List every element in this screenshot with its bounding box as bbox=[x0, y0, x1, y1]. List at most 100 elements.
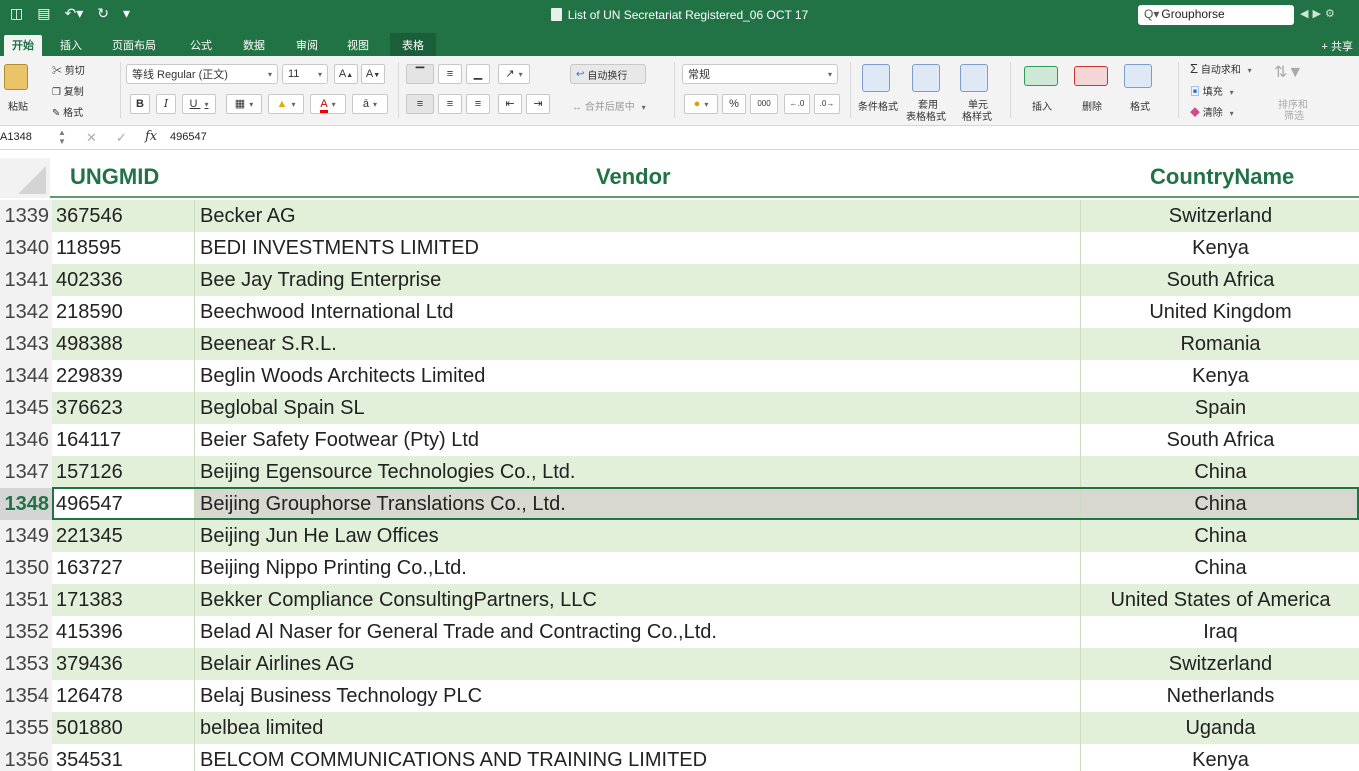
table-row[interactable]: 1351 171383 Bekker Compliance ConsultingPa… bbox=[0, 584, 1359, 616]
cell-country[interactable]: Netherlands bbox=[1082, 680, 1359, 712]
cell-styles-label-2[interactable]: 格样式 bbox=[962, 108, 992, 123]
delete-cells-icon[interactable] bbox=[1074, 66, 1108, 86]
shrink-font-button[interactable]: A▼ bbox=[361, 64, 385, 84]
column-header-countryname[interactable]: CountryName bbox=[1150, 164, 1294, 190]
font-name-select[interactable]: 等线 Regular (正文) ▾ bbox=[126, 64, 278, 84]
align-middle-button[interactable]: ≡ bbox=[438, 64, 462, 84]
decrease-decimal-button[interactable]: .0→ bbox=[814, 94, 840, 114]
table-row[interactable]: 1341 402336 Bee Jay Trading Enterprise Sout… bbox=[0, 264, 1359, 296]
cell-vendor[interactable]: Becker AG bbox=[200, 200, 296, 232]
cell-ungmid[interactable]: 126478 bbox=[56, 680, 123, 712]
orientation-button[interactable]: ↗ ▾ bbox=[498, 64, 530, 84]
insert-cells-icon[interactable] bbox=[1024, 66, 1058, 86]
worksheet-grid[interactable]: UNGMID Vendor CountryName 1339 367546 Beck… bbox=[0, 150, 1359, 771]
search-nav[interactable]: ◀▶⚙ bbox=[1300, 7, 1339, 20]
tab-view[interactable]: 视图 bbox=[347, 37, 369, 53]
cell-country[interactable]: Kenya bbox=[1082, 744, 1359, 771]
delete-cells-label[interactable]: 删除 bbox=[1082, 98, 1102, 113]
cell-country[interactable]: Romania bbox=[1082, 328, 1359, 360]
column-header-vendor[interactable]: Vendor bbox=[596, 164, 671, 190]
enter-icon[interactable]: ✓ bbox=[116, 130, 127, 146]
row-header[interactable]: 1341 bbox=[0, 264, 52, 296]
phonetic-button[interactable]: ā ▾ bbox=[352, 94, 388, 114]
cell-ungmid[interactable]: 218590 bbox=[56, 296, 123, 328]
cut-button[interactable]: ✂ 剪切 bbox=[52, 62, 85, 77]
name-box-stepper-icon[interactable]: ▲ ▼ bbox=[58, 128, 66, 146]
cell-ungmid[interactable]: 157126 bbox=[56, 456, 123, 488]
increase-indent-button[interactable]: ⇥ bbox=[526, 94, 550, 114]
row-header[interactable]: 1353 bbox=[0, 648, 52, 680]
cell-ungmid[interactable]: 354531 bbox=[56, 744, 123, 771]
autosum-button[interactable]: Σ 自动求和 ▾ bbox=[1190, 61, 1252, 76]
row-header[interactable]: 1351 bbox=[0, 584, 52, 616]
clear-button[interactable]: ◆ 清除 ▾ bbox=[1190, 104, 1234, 119]
tab-page-layout[interactable]: 页面布局 bbox=[112, 37, 156, 53]
table-row[interactable]: 1356 354531 BELCOM COMMUNICATIONS AND TRAI… bbox=[0, 744, 1359, 771]
cell-country[interactable]: Kenya bbox=[1082, 360, 1359, 392]
row-header[interactable]: 1349 bbox=[0, 520, 52, 552]
cell-country[interactable]: United States of America bbox=[1082, 584, 1359, 616]
merge-center-button[interactable]: ↔ 合并后居中 ▾ bbox=[572, 98, 646, 113]
align-bottom-button[interactable]: ▁ bbox=[466, 64, 490, 84]
grow-font-button[interactable]: A▲ bbox=[334, 64, 358, 84]
cell-country[interactable]: South Africa bbox=[1082, 424, 1359, 456]
decrease-indent-button[interactable]: ⇤ bbox=[498, 94, 522, 114]
sort-filter-label-2[interactable]: 筛选 bbox=[1284, 107, 1304, 122]
borders-button[interactable]: ▦ ▾ bbox=[226, 94, 262, 114]
align-right-button[interactable]: ≡ bbox=[466, 94, 490, 114]
insert-function-button[interactable]: fx bbox=[145, 129, 157, 144]
row-header[interactable]: 1339 bbox=[0, 200, 52, 232]
font-size-select[interactable]: 11 ▾ bbox=[282, 64, 328, 84]
format-painter-button[interactable]: ✎ 格式 bbox=[52, 104, 83, 119]
table-row[interactable]: 1346 164117 Beier Safety Footwear (Pty) Lt… bbox=[0, 424, 1359, 456]
row-header[interactable]: 1344 bbox=[0, 360, 52, 392]
row-header[interactable]: 1352 bbox=[0, 616, 52, 648]
cell-vendor[interactable]: Beier Safety Footwear (Pty) Ltd bbox=[200, 424, 479, 456]
table-row[interactable]: 1348 496547 Beijing Grouphorse Translation… bbox=[0, 488, 1359, 520]
cell-country[interactable]: China bbox=[1082, 520, 1359, 552]
wrap-text-button[interactable]: ↩ 自动换行 bbox=[570, 64, 646, 84]
cell-ungmid[interactable]: 402336 bbox=[56, 264, 123, 296]
column-header-ungmid[interactable]: UNGMID bbox=[70, 164, 159, 190]
align-top-button[interactable]: ▔ bbox=[406, 64, 434, 84]
underline-button[interactable]: U ▾ bbox=[182, 94, 216, 114]
cell-vendor[interactable]: Belaj Business Technology PLC bbox=[200, 680, 482, 712]
cancel-icon[interactable]: ✕ bbox=[86, 130, 97, 146]
cell-vendor[interactable]: Beijing Jun He Law Offices bbox=[200, 520, 439, 552]
cell-country[interactable]: Spain bbox=[1082, 392, 1359, 424]
cell-ungmid[interactable]: 501880 bbox=[56, 712, 123, 744]
cell-vendor[interactable]: BELCOM COMMUNICATIONS AND TRAINING LIMIT… bbox=[200, 744, 707, 771]
table-row[interactable]: 1347 157126 Beijing Egensource Technologie… bbox=[0, 456, 1359, 488]
bold-button[interactable]: B bbox=[130, 94, 150, 114]
table-row[interactable]: 1343 498388 Beenear S.R.L. Romania bbox=[0, 328, 1359, 360]
table-row[interactable]: 1339 367546 Becker AG Switzerland bbox=[0, 200, 1359, 232]
increase-decimal-button[interactable]: ←.0 bbox=[784, 94, 810, 114]
cell-country[interactable]: China bbox=[1082, 456, 1359, 488]
share-button[interactable]: + 共享 bbox=[1322, 38, 1354, 54]
cell-vendor[interactable]: Beijing Nippo Printing Co.,Ltd. bbox=[200, 552, 467, 584]
row-header[interactable]: 1356 bbox=[0, 744, 52, 771]
table-row[interactable]: 1350 163727 Beijing Nippo Printing Co.,Ltd… bbox=[0, 552, 1359, 584]
cell-ungmid[interactable]: 498388 bbox=[56, 328, 123, 360]
conditional-format-icon[interactable] bbox=[862, 64, 890, 92]
cell-ungmid[interactable]: 367546 bbox=[56, 200, 123, 232]
table-row[interactable]: 1345 376623 Beglobal Spain SL Spain bbox=[0, 392, 1359, 424]
row-header[interactable]: 1340 bbox=[0, 232, 52, 264]
cell-ungmid[interactable]: 221345 bbox=[56, 520, 123, 552]
cell-vendor[interactable]: Beenear S.R.L. bbox=[200, 328, 337, 360]
tab-formulas[interactable]: 公式 bbox=[190, 37, 212, 53]
row-header[interactable]: 1347 bbox=[0, 456, 52, 488]
cell-ungmid[interactable]: 164117 bbox=[56, 424, 121, 456]
formula-input[interactable]: 496547 bbox=[170, 131, 207, 143]
name-box[interactable]: A1348 bbox=[0, 131, 52, 143]
row-header[interactable]: 1346 bbox=[0, 424, 52, 456]
cell-ungmid[interactable]: 415396 bbox=[56, 616, 123, 648]
percent-button[interactable]: % bbox=[722, 94, 746, 114]
insert-cells-label[interactable]: 插入 bbox=[1032, 98, 1052, 113]
sort-filter-icon[interactable]: ⇅▼ bbox=[1274, 62, 1303, 82]
tab-review[interactable]: 审阅 bbox=[296, 37, 318, 53]
comma-style-button[interactable]: 000 bbox=[750, 94, 778, 114]
row-header[interactable]: 1343 bbox=[0, 328, 52, 360]
cell-ungmid[interactable]: 376623 bbox=[56, 392, 123, 424]
conditional-format-label[interactable]: 条件格式 bbox=[858, 98, 898, 113]
